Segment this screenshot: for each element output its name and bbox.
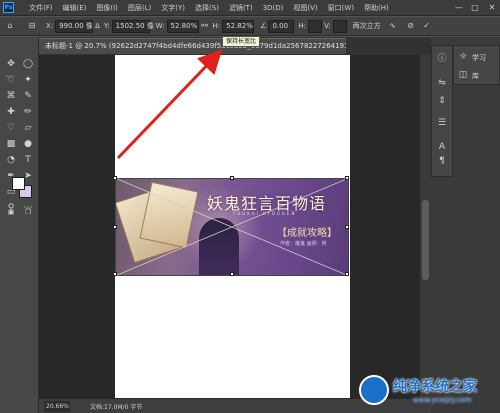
menu-bar: Ps 文件(F) 编辑(E) 图像(I) 图层(L) 文字(Y) 选择(S) 滤… bbox=[0, 0, 500, 16]
close-icon[interactable]: ✕ bbox=[485, 2, 499, 14]
learn-label[interactable]: 学习 bbox=[472, 53, 486, 63]
watermark-url: www.ycwjzy.com bbox=[413, 396, 472, 404]
maximize-icon[interactable]: □ bbox=[468, 2, 482, 14]
quick-mask-icon[interactable]: ▣ bbox=[4, 205, 18, 219]
gradient-tool-icon[interactable]: ▩ bbox=[4, 137, 18, 151]
menu-edit[interactable]: 编辑(E) bbox=[58, 3, 92, 13]
menu-help[interactable]: 帮助(H) bbox=[359, 3, 394, 13]
eraser-tool-icon[interactable]: ▱ bbox=[21, 121, 35, 135]
warp-mode-icon[interactable]: ∿ bbox=[387, 20, 399, 32]
zoom-level-field[interactable]: 20.66% bbox=[44, 400, 70, 412]
handle-middle-left[interactable] bbox=[113, 225, 117, 229]
document-tab[interactable]: 未标题-1 @ 20.7% (92622d2747f4bd4dfe66d439f… bbox=[39, 38, 346, 54]
marquee-tool-icon[interactable]: ◯ bbox=[21, 57, 35, 71]
angle-field[interactable]: 0.00 bbox=[268, 19, 295, 33]
adjustments-icon[interactable]: ⇋ bbox=[435, 76, 449, 90]
h-skew-label: H: bbox=[298, 22, 307, 30]
foreground-color-swatch[interactable] bbox=[12, 177, 25, 190]
tools-panel: ✥ ◯ ➰ ✦ ⌘ ✎ ✚ ✏ ♡ ▱ ▩ ● ◔ T ✒ ➤ ▭ ✋ ⚲ ⋯ … bbox=[0, 37, 39, 413]
character-icon[interactable]: A bbox=[435, 140, 449, 154]
handle-middle-right[interactable] bbox=[345, 225, 349, 229]
site-watermark: 纯净系统之家 www.ycwjzy.com bbox=[355, 372, 500, 413]
handle-top-right[interactable] bbox=[345, 176, 349, 180]
delta-icon[interactable]: Δ bbox=[95, 22, 100, 30]
vertical-scrollbar-thumb[interactable] bbox=[422, 200, 429, 280]
home-icon[interactable]: ⌂ bbox=[4, 20, 16, 32]
menu-select[interactable]: 选择(S) bbox=[190, 3, 224, 13]
library-label[interactable]: 库 bbox=[472, 71, 479, 81]
handle-top-center[interactable] bbox=[230, 176, 234, 180]
clone-stamp-tool-icon[interactable]: ♡ bbox=[4, 121, 18, 135]
w-label: W: bbox=[155, 22, 165, 30]
watermark-title: 纯净系统之家 bbox=[393, 379, 477, 395]
menu-3d[interactable]: 3D(D) bbox=[258, 4, 289, 12]
blur-tool-icon[interactable]: ● bbox=[21, 137, 35, 151]
handle-bottom-right[interactable] bbox=[345, 272, 349, 276]
document-size-info[interactable]: 文档:17.0M/0 字节 bbox=[90, 402, 142, 411]
h-skew-field[interactable] bbox=[308, 19, 323, 33]
options-bar: ⌂ ⊟ X: 990.00 像 Δ Y: 1502.50 像 W: 52.80%… bbox=[0, 17, 500, 36]
interpolation-select[interactable]: 两次立方 bbox=[353, 21, 381, 31]
document-tab-title: 未标题-1 @ 20.7% (92622d2747f4bd4dfe66d439f… bbox=[45, 42, 346, 50]
commit-transform-icon[interactable]: ✓ bbox=[421, 20, 433, 32]
magic-wand-tool-icon[interactable]: ✦ bbox=[21, 73, 35, 87]
layers-icon[interactable]: ☰ bbox=[435, 116, 449, 130]
healing-tool-icon[interactable]: ✚ bbox=[4, 105, 18, 119]
dodge-tool-icon[interactable]: ◔ bbox=[4, 153, 18, 167]
paragraph-icon[interactable]: ¶ bbox=[435, 154, 449, 168]
h-label: H: bbox=[212, 22, 221, 30]
screen-mode-icon[interactable]: ❐ bbox=[21, 205, 35, 219]
menu-view[interactable]: 视图(V) bbox=[288, 3, 322, 13]
cancel-transform-icon[interactable]: ⊘ bbox=[405, 20, 417, 32]
photoshop-logo-icon: Ps bbox=[3, 2, 14, 13]
handle-bottom-left[interactable] bbox=[113, 272, 117, 276]
info-icon[interactable]: ⓘ bbox=[435, 52, 449, 66]
minimize-icon[interactable]: — bbox=[452, 2, 466, 14]
link-icon[interactable]: ⚯ bbox=[199, 20, 211, 32]
brush-tool-icon[interactable]: ✏ bbox=[21, 105, 35, 119]
transform-bounding-box[interactable] bbox=[113, 176, 349, 276]
lasso-tool-icon[interactable]: ➰ bbox=[4, 73, 18, 87]
panel-icon-column: ⓘ ⇋ ⇕ ☰ A ¶ bbox=[431, 45, 453, 177]
height-field[interactable]: 52.82% bbox=[222, 19, 255, 33]
watermark-logo-icon bbox=[359, 375, 389, 405]
menu-image[interactable]: 图像(I) bbox=[91, 3, 123, 13]
handle-top-left[interactable] bbox=[113, 176, 117, 180]
tooltip: 保持长宽比 bbox=[222, 36, 261, 47]
menu-file[interactable]: 文件(F) bbox=[24, 3, 58, 13]
angle-icon: ∠ bbox=[260, 22, 267, 30]
y-label: Y: bbox=[103, 22, 110, 30]
x-label: X: bbox=[46, 22, 54, 30]
transform-diagonals bbox=[115, 178, 349, 276]
reference-point-icon[interactable]: ⊟ bbox=[26, 20, 38, 32]
crop-tool-icon[interactable]: ⌘ bbox=[4, 89, 18, 103]
menu-window[interactable]: 窗口(W) bbox=[323, 3, 359, 13]
menu-type[interactable]: 文字(Y) bbox=[156, 3, 190, 13]
learn-library-panel: ☼ 学习 ◫ 库 bbox=[453, 45, 500, 85]
move-tool-icon[interactable]: ✥ bbox=[4, 57, 18, 71]
y-field[interactable]: 1502.50 像 bbox=[111, 19, 154, 33]
v-skew-label: V: bbox=[324, 22, 331, 30]
handle-bottom-center[interactable] bbox=[230, 272, 234, 276]
x-field[interactable]: 990.00 像 bbox=[55, 19, 94, 33]
type-tool-icon[interactable]: T bbox=[21, 153, 35, 167]
width-field[interactable]: 52.80% bbox=[166, 19, 199, 33]
menu-layer[interactable]: 图层(L) bbox=[123, 3, 156, 13]
properties-icon[interactable]: ⇕ bbox=[435, 94, 449, 108]
eyedropper-tool-icon[interactable]: ✎ bbox=[21, 89, 35, 103]
v-skew-field[interactable] bbox=[332, 19, 347, 33]
menu-filter[interactable]: 滤镜(T) bbox=[224, 3, 258, 13]
lightbulb-icon[interactable]: ☼ bbox=[456, 50, 470, 64]
libraries-icon[interactable]: ◫ bbox=[456, 68, 470, 82]
